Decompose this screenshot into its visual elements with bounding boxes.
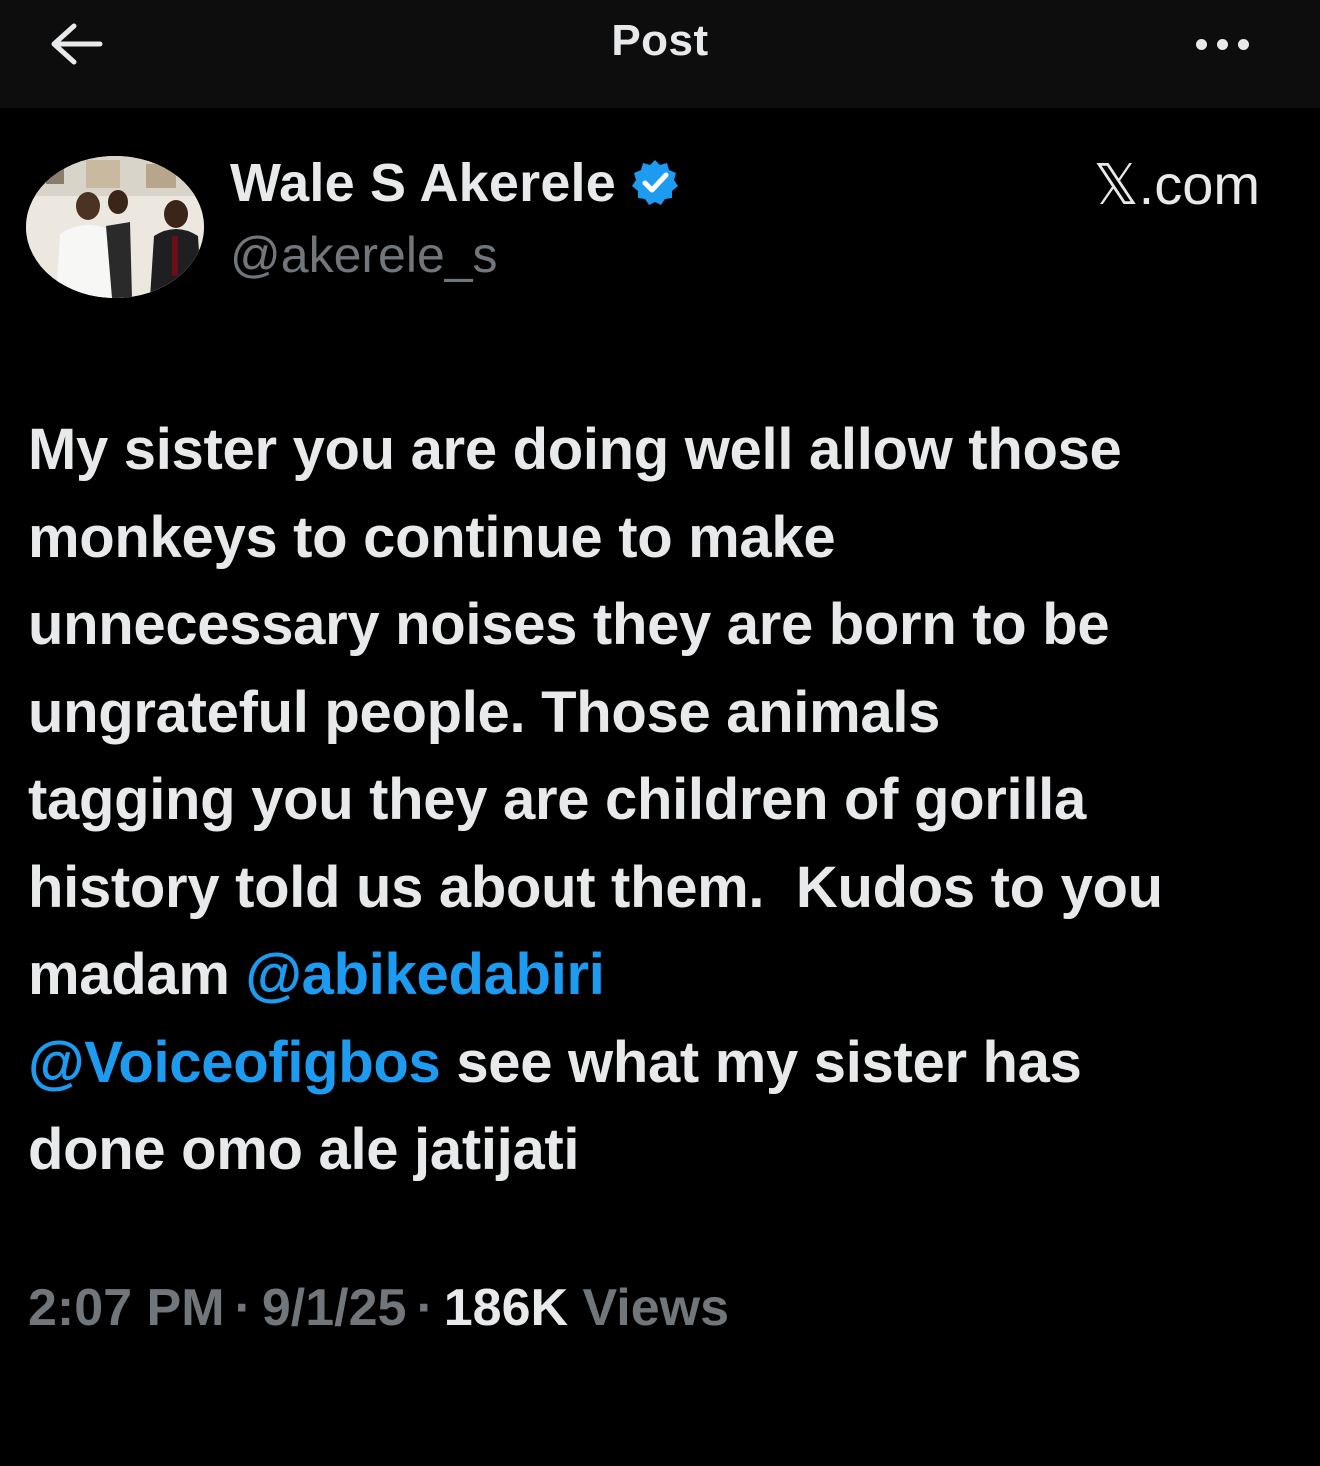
tweet-meta: 2:07 PM · 9/1/25 · 186K Views (28, 1278, 729, 1338)
x-com-watermark: 𝕏.com (1093, 153, 1260, 216)
verified-badge-icon (630, 158, 680, 208)
more-options-button[interactable] (1182, 22, 1262, 66)
tweet-line: madam @abikedabiri (28, 931, 1298, 1019)
more-horizontal-icon (1195, 38, 1207, 50)
mention-link[interactable]: @abikedabiri (245, 942, 604, 1007)
avatar[interactable] (26, 156, 204, 298)
views-label: Views (582, 1279, 730, 1337)
top-nav-bar: Post (0, 0, 1320, 108)
tweet-line: unnecessary noises they are born to be (28, 581, 1298, 669)
author-name-row: Wale S Akerele (230, 152, 680, 214)
tweet-line: done omo ale jatijati (28, 1106, 1298, 1194)
tweet-line: monkeys to continue to make (28, 494, 1298, 582)
tweet-text-segment: tagging you they are children of gorilla (28, 767, 1086, 832)
tweet-date[interactable]: 9/1/25 (262, 1279, 407, 1337)
tweet-text-segment: madam (28, 942, 246, 1007)
views-count: 186K (443, 1279, 569, 1337)
mention-link[interactable]: @Voiceofigbos (28, 1030, 441, 1095)
tweet-line: ungrateful people. Those animals (28, 669, 1298, 757)
tweet-text-segment: monkeys to continue to make (28, 504, 836, 570)
tweet-text-segment: unnecessary noises they are born to be (28, 592, 1110, 657)
author-handle[interactable]: @akerele_s (230, 226, 498, 284)
page-title: Post (611, 16, 709, 65)
tweet-text-segment: My sister you are doing well allow those (28, 417, 1122, 482)
tweet-text-segment: history told us about them. Kudos to you (28, 854, 1163, 920)
tweet-text: My sister you are doing well allow those… (28, 406, 1298, 1194)
tweet-line: My sister you are doing well allow those (28, 406, 1298, 494)
author-name[interactable]: Wale S Akerele (230, 152, 616, 214)
tweet-line: history told us about them. Kudos to you (28, 844, 1298, 932)
tweet-text-segment: ungrateful people. Those animals (28, 679, 941, 745)
tweet-text-segment: done omo ale jatijati (28, 1117, 580, 1182)
tweet-line: tagging you they are children of gorilla (28, 756, 1298, 844)
separator: · (416, 1279, 434, 1337)
tweet-text-segment: see what my sister has (440, 1029, 1082, 1095)
separator: · (234, 1279, 252, 1337)
tweet-line: @Voiceofigbos see what my sister has (28, 1019, 1298, 1107)
tweet-time[interactable]: 2:07 PM (28, 1279, 225, 1337)
